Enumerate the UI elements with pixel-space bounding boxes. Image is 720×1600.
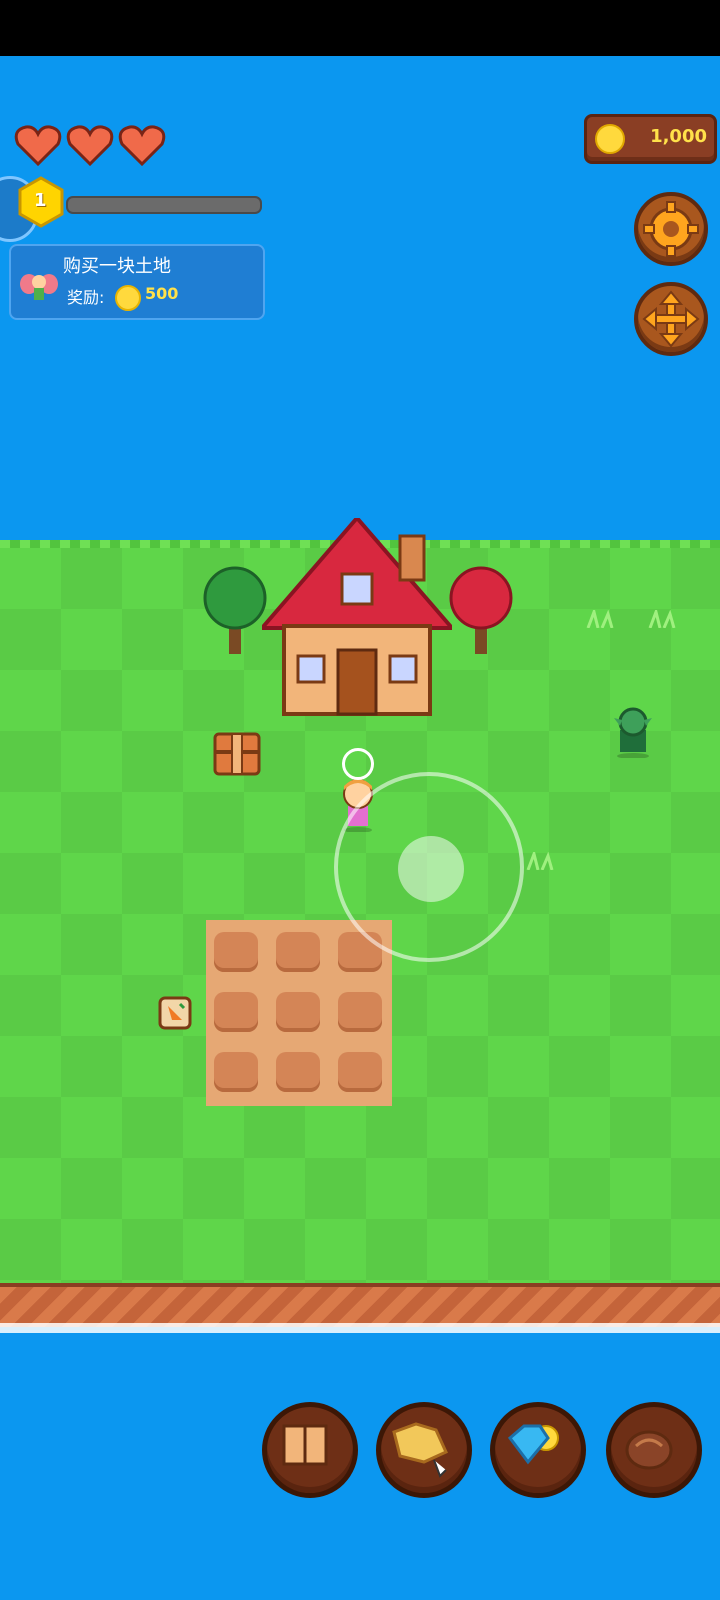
inventory-button[interactable] (606, 1402, 702, 1498)
gem-coin-icon (507, 1424, 559, 1465)
house[interactable] (262, 518, 452, 718)
status-bar (0, 0, 720, 56)
farm-soil[interactable] (338, 1052, 382, 1092)
treasure-chest[interactable] (212, 730, 262, 778)
island-shoreline (0, 1323, 720, 1333)
level-number: 1 (34, 190, 47, 211)
carrot-seed-sign[interactable] (158, 996, 192, 1030)
farm-soil[interactable] (214, 992, 258, 1032)
move-arrows-icon (642, 290, 700, 348)
xp-bar (66, 196, 262, 214)
move-button[interactable] (634, 282, 708, 356)
quest-panel[interactable]: 购买一块土地 奖励: 500 (9, 244, 265, 320)
coin-counter: 1,000 (584, 114, 717, 164)
quest-reward-amount: 500 (145, 284, 179, 303)
quest-reward-label: 奖励: (67, 288, 105, 307)
island-cliff (0, 1283, 720, 1327)
farm-soil[interactable] (276, 992, 320, 1032)
map-icon (392, 1422, 448, 1478)
grass-tuft (586, 610, 614, 628)
settings-button[interactable] (634, 192, 708, 266)
gear-icon (643, 201, 699, 257)
farm-soil[interactable] (276, 932, 320, 972)
coin-icon (595, 124, 625, 154)
coin-value: 1,000 (650, 126, 707, 147)
farm-soil[interactable] (276, 1052, 320, 1092)
heart-icon (14, 125, 62, 166)
quest-title: 购买一块土地 (63, 256, 171, 277)
farm-soil[interactable] (214, 932, 258, 972)
health-hearts (14, 124, 166, 166)
farm-soil[interactable] (338, 992, 382, 1032)
coin-icon (115, 285, 141, 311)
grass-tuft (526, 852, 554, 870)
map-button[interactable] (376, 1402, 472, 1498)
fairy-icon (20, 274, 58, 300)
red-tree (449, 566, 513, 654)
heart-icon (66, 125, 114, 166)
farm-plot[interactable] (206, 920, 392, 1106)
bag-icon (625, 1430, 673, 1470)
goblin-enemy[interactable] (610, 706, 656, 758)
grass-tuft (648, 610, 676, 628)
farm-soil[interactable] (214, 1052, 258, 1092)
player-target-marker (342, 748, 374, 780)
journal-button[interactable] (262, 1402, 358, 1498)
heart-icon (118, 125, 166, 166)
shop-button[interactable] (490, 1402, 586, 1498)
joystick-knob[interactable] (398, 836, 464, 902)
green-tree (203, 566, 267, 654)
level-progress: 1 (0, 176, 270, 232)
book-icon (282, 1424, 328, 1466)
